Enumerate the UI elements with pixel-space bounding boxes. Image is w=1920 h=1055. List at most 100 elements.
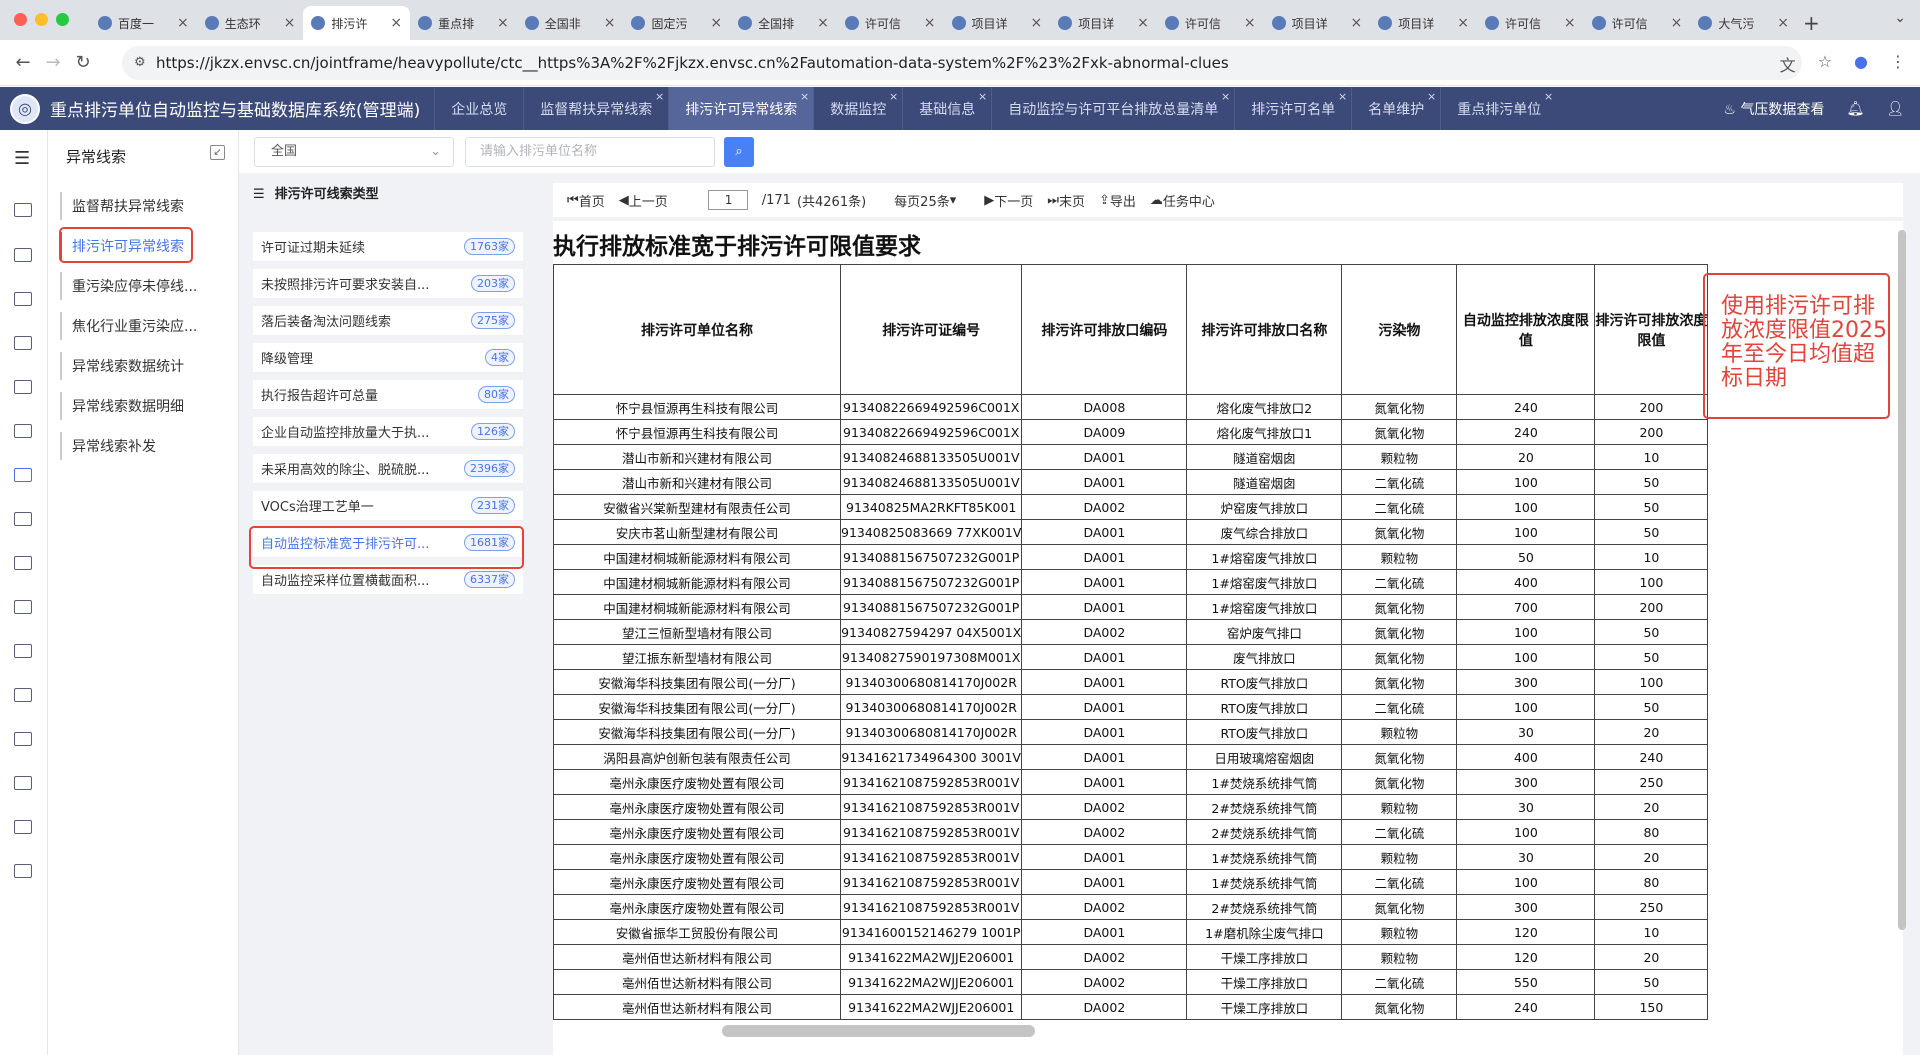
browser-tab[interactable]: 排污许 × bbox=[303, 6, 411, 40]
url-field[interactable]: ⚙ https://jkzx.envsc.cn/jointframe/heavy… bbox=[122, 46, 1802, 80]
left-nav-item[interactable]: 异常线索补发 bbox=[60, 432, 225, 460]
bookmark-star-icon[interactable]: ☆ bbox=[1818, 52, 1832, 76]
app-tab[interactable]: 基础信息 × bbox=[902, 87, 991, 130]
rail-nav-icon[interactable] bbox=[14, 292, 32, 306]
app-tab[interactable]: 排污许可异常线索 × bbox=[668, 87, 814, 130]
browser-tab[interactable]: 重点排 × bbox=[410, 6, 517, 40]
browser-tab[interactable]: 许可信 × bbox=[1157, 6, 1264, 40]
task-center-button[interactable]: ☁ 任务中心 bbox=[1150, 191, 1215, 210]
close-tab-icon[interactable]: × bbox=[604, 15, 616, 31]
app-tab[interactable]: 重点排污单位 × bbox=[1440, 87, 1557, 130]
bell-icon[interactable]: 🔔︎ bbox=[1846, 101, 1864, 117]
browser-tab[interactable]: 项目详 × bbox=[1264, 6, 1371, 40]
close-tab-icon[interactable]: × bbox=[924, 15, 936, 31]
app-tab[interactable]: 自动监控与许可平台排放总量清单 × bbox=[991, 87, 1234, 130]
browser-tab[interactable]: 固定污 × bbox=[623, 6, 730, 40]
rail-nav-icon[interactable] bbox=[14, 776, 32, 790]
profile-icon[interactable]: ● bbox=[1854, 52, 1868, 76]
pressure-data-link[interactable]: ♨ 气压数据查看 bbox=[1723, 99, 1824, 119]
region-select[interactable]: 全国 ⌄ bbox=[254, 137, 454, 167]
close-tab-icon[interactable]: × bbox=[1137, 15, 1149, 31]
browser-menu-icon[interactable]: ⋮ bbox=[1890, 52, 1906, 76]
browser-tab[interactable]: 许可信 × bbox=[837, 6, 944, 40]
rail-nav-icon[interactable] bbox=[14, 380, 32, 394]
user-icon[interactable]: 👤︎ bbox=[1886, 101, 1904, 117]
close-tab-icon[interactable]: × bbox=[1427, 90, 1436, 103]
clue-type-item[interactable]: 许可证过期未延续 1763家 bbox=[253, 232, 523, 262]
export-button[interactable]: ⇪ 导出 bbox=[1099, 191, 1136, 210]
close-tab-icon[interactable]: × bbox=[655, 90, 664, 103]
per-page-select[interactable]: 每页25条 ▾ bbox=[894, 191, 956, 210]
clue-type-item[interactable]: VOCs治理工艺单一 231家 bbox=[253, 491, 523, 521]
collapse-icon[interactable]: ↙ bbox=[210, 145, 225, 160]
close-tab-icon[interactable]: × bbox=[497, 15, 509, 31]
clue-type-item[interactable]: 落后装备淘汰问题线索 275家 bbox=[253, 306, 523, 336]
rail-nav-icon[interactable] bbox=[14, 864, 32, 878]
close-tab-icon[interactable]: × bbox=[800, 90, 809, 103]
close-tab-icon[interactable]: × bbox=[1338, 90, 1347, 103]
rail-nav-icon[interactable] bbox=[14, 424, 32, 438]
prev-page-button[interactable]: ◀ 上一页 bbox=[619, 191, 668, 210]
left-nav-item[interactable]: 异常线索数据明细 bbox=[60, 392, 225, 420]
rail-nav-icon[interactable] bbox=[14, 688, 32, 702]
menu-toggle-icon[interactable]: ☰ bbox=[14, 148, 30, 169]
rail-nav-icon[interactable] bbox=[14, 556, 32, 570]
new-tab-icon[interactable]: + bbox=[1803, 6, 1820, 40]
clue-type-item[interactable]: 执行报告超许可总量 80家 bbox=[253, 380, 523, 410]
translate-icon[interactable]: 文 bbox=[1780, 52, 1796, 76]
back-icon[interactable]: ← bbox=[8, 52, 38, 73]
horizontal-scroll-thumb[interactable] bbox=[722, 1025, 1035, 1037]
browser-tab[interactable]: 许可信 × bbox=[1584, 6, 1691, 40]
horizontal-scrollbar[interactable] bbox=[539, 1023, 1909, 1037]
left-nav-item[interactable]: 监督帮扶异常线索 bbox=[60, 192, 225, 220]
site-info-icon[interactable]: ⚙ bbox=[134, 55, 146, 70]
first-page-button[interactable]: ⏮︎ 首页 bbox=[567, 191, 605, 210]
close-tab-icon[interactable]: × bbox=[1457, 15, 1469, 31]
close-tab-icon[interactable]: × bbox=[1544, 90, 1553, 103]
clue-type-item[interactable]: 降级管理 4家 bbox=[253, 343, 523, 373]
rail-nav-icon[interactable] bbox=[14, 203, 32, 217]
browser-tab[interactable]: 全国排 × bbox=[730, 6, 837, 40]
browser-tab[interactable]: 项目详 × bbox=[1370, 6, 1477, 40]
left-nav-item[interactable]: 重污染应停未停线... bbox=[60, 272, 225, 300]
browser-tab[interactable]: 项目详 × bbox=[1050, 6, 1157, 40]
browser-tab[interactable]: 许可信 × bbox=[1477, 6, 1584, 40]
rail-nav-icon[interactable] bbox=[14, 732, 32, 746]
rail-nav-icon[interactable] bbox=[14, 336, 32, 350]
zoom-window-button[interactable] bbox=[56, 13, 69, 26]
close-tab-icon[interactable]: × bbox=[1030, 15, 1042, 31]
unit-search-input[interactable]: 请输入排污单位名称 bbox=[465, 137, 715, 167]
vertical-scrollbar[interactable] bbox=[1898, 230, 1906, 930]
close-tab-icon[interactable]: × bbox=[390, 15, 402, 31]
rail-nav-icon[interactable] bbox=[14, 248, 32, 262]
app-tab[interactable]: 名单维护 × bbox=[1351, 87, 1440, 130]
app-tab[interactable]: 排污许可名单 × bbox=[1234, 87, 1351, 130]
close-tab-icon[interactable]: × bbox=[1671, 15, 1683, 31]
browser-tab[interactable]: 全国非 × bbox=[517, 6, 624, 40]
close-window-button[interactable] bbox=[14, 13, 27, 26]
rail-nav-icon[interactable] bbox=[14, 644, 32, 658]
browser-tab[interactable]: 项目详 × bbox=[944, 6, 1051, 40]
search-button[interactable]: ⌕ bbox=[724, 137, 754, 167]
last-page-button[interactable]: ⏭︎ 末页 bbox=[1047, 191, 1085, 210]
close-tab-icon[interactable]: × bbox=[1351, 15, 1363, 31]
browser-tab[interactable]: 百度一 × bbox=[90, 6, 197, 40]
rail-nav-icon[interactable] bbox=[14, 468, 32, 482]
app-tab[interactable]: 数据监控 × bbox=[813, 87, 902, 130]
clue-type-item[interactable]: 自动监控采样位置横截面积... 6337家 bbox=[253, 565, 523, 595]
minimize-window-button[interactable] bbox=[35, 13, 48, 26]
close-tab-icon[interactable]: × bbox=[817, 15, 829, 31]
browser-tab[interactable]: 生态环 × bbox=[197, 6, 304, 40]
close-tab-icon[interactable]: × bbox=[1777, 15, 1789, 31]
close-tab-icon[interactable]: × bbox=[1564, 15, 1576, 31]
rail-nav-icon[interactable] bbox=[14, 512, 32, 526]
next-page-button[interactable]: ▶ 下一页 bbox=[984, 191, 1033, 210]
close-tab-icon[interactable]: × bbox=[1244, 15, 1256, 31]
page-number-input[interactable]: 1 bbox=[707, 190, 748, 210]
rail-nav-icon[interactable] bbox=[14, 820, 32, 834]
close-tab-icon[interactable]: × bbox=[889, 90, 898, 103]
forward-icon[interactable]: → bbox=[38, 52, 68, 73]
clue-type-item[interactable]: 未采用高效的除尘、脱硫脱... 2396家 bbox=[253, 454, 523, 484]
tab-search-icon[interactable]: ⌄ bbox=[1894, 10, 1906, 26]
close-tab-icon[interactable]: × bbox=[1221, 90, 1230, 103]
